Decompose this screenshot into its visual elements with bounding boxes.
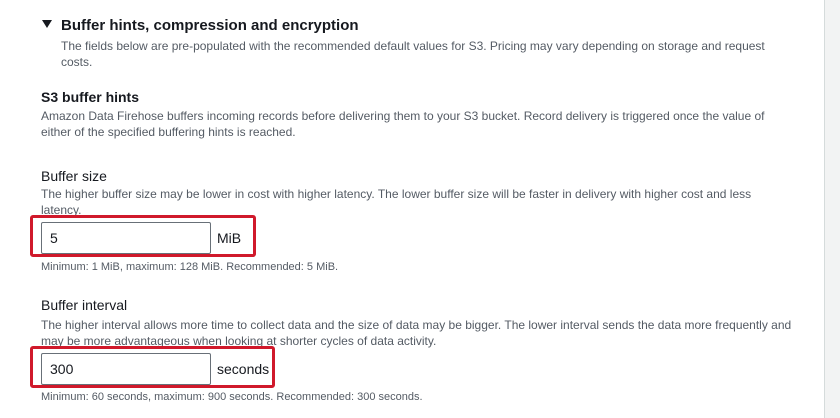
buffer-interval-highlight: [30, 346, 275, 388]
buffer-interval-description: The higher interval allows more time to …: [41, 318, 792, 348]
buffer-interval-constraint: Minimum: 60 seconds, maximum: 900 second…: [41, 391, 423, 403]
buffer-hints-panel: Buffer hints, compression and encryption…: [0, 0, 825, 418]
buffer-size-highlight: [30, 215, 256, 257]
s3-buffer-hints-description: Amazon Data Firehose buffers incoming re…: [41, 109, 765, 139]
buffer-size-label: Buffer size: [41, 168, 107, 184]
buffer-interval-label: Buffer interval: [41, 297, 128, 313]
section-title[interactable]: Buffer hints, compression and encryption: [61, 16, 359, 36]
buffer-size-constraint: Minimum: 1 MiB, maximum: 128 MiB. Recomm…: [41, 261, 339, 273]
s3-buffer-hints-heading: S3 buffer hints: [41, 89, 140, 105]
caret-down-icon[interactable]: [42, 20, 52, 28]
section-description: The fields below are pre-populated with …: [61, 39, 765, 69]
buffer-size-description: The higher buffer size may be lower in c…: [41, 187, 752, 217]
